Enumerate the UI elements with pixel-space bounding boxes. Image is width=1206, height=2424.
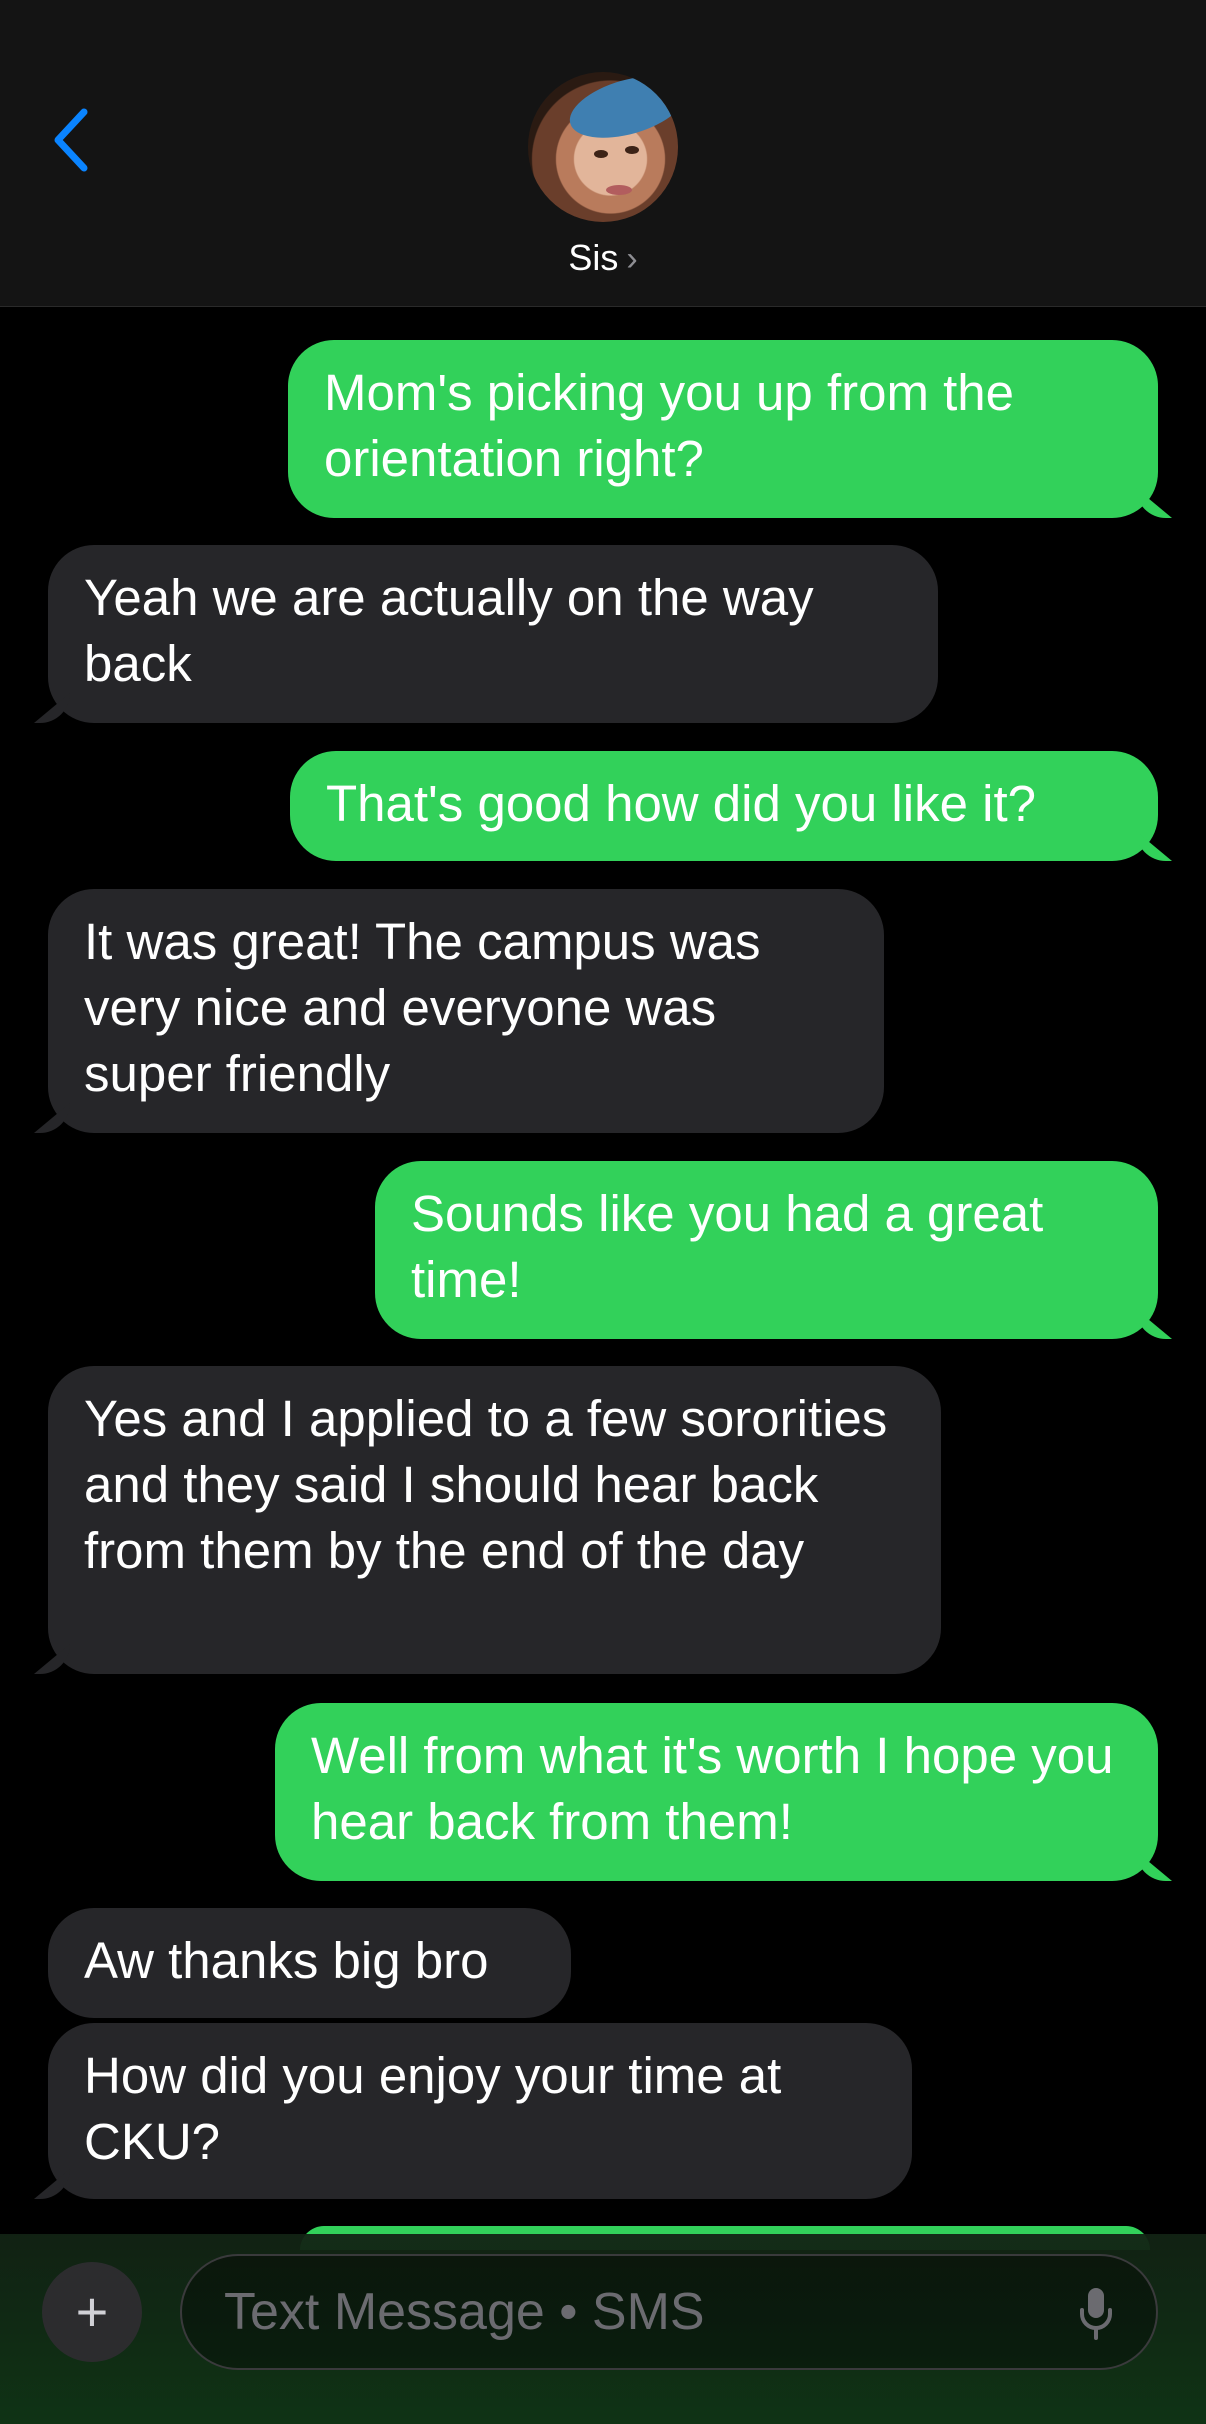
message-input-container[interactable] — [180, 2254, 1158, 2370]
received-message[interactable]: It was great! The campus was very nice a… — [48, 889, 884, 1133]
message-text: Yes and I applied to a few sororities an… — [84, 1390, 888, 1579]
sent-message[interactable]: Sounds like you had a great time! — [375, 1161, 1158, 1339]
message-text: It was great! The campus was very nice a… — [84, 913, 761, 1102]
message-text: That's good how did you like it? — [326, 775, 1036, 832]
message-text: Sounds like you had a great time! — [411, 1185, 1044, 1308]
message-text: Well from what it's worth I hope you hea… — [311, 1727, 1114, 1850]
plus-button[interactable]: + — [42, 2262, 142, 2362]
message-text: How did you enjoy your time at CKU? — [84, 2047, 782, 2170]
sent-message[interactable]: Mom's picking you up from the orientatio… — [288, 340, 1158, 518]
chevron-right-icon: › — [626, 240, 638, 278]
conversation-header: Sis › — [0, 0, 1206, 307]
chevron-left-icon — [54, 108, 88, 172]
received-message[interactable]: Yes and I applied to a few sororities an… — [48, 1366, 941, 1674]
message-text: Mom's picking you up from the orientatio… — [324, 364, 1015, 487]
plus-icon: + — [75, 2280, 109, 2343]
contact-avatar[interactable] — [528, 72, 678, 222]
microphone-icon[interactable] — [1076, 2286, 1116, 2342]
message-input[interactable] — [222, 2281, 1026, 2343]
message-text: Aw thanks big bro — [84, 1932, 489, 1989]
avatar-eye — [594, 150, 608, 158]
back-button[interactable] — [40, 100, 100, 180]
message-text: Yeah we are actually on the way back — [84, 569, 814, 692]
contact-name-button[interactable]: Sis › — [0, 232, 1206, 285]
received-message[interactable]: How did you enjoy your time at CKU? — [48, 2023, 912, 2199]
avatar-eye — [625, 146, 639, 154]
sent-message[interactable]: That's good how did you like it? — [290, 751, 1158, 861]
received-message[interactable]: Aw thanks big bro — [48, 1908, 571, 2018]
avatar-lips — [606, 185, 632, 195]
contact-name: Sis — [568, 237, 619, 278]
avatar-headband — [562, 72, 678, 150]
received-message[interactable]: Yeah we are actually on the way back — [48, 545, 938, 723]
sent-message[interactable]: Well from what it's worth I hope you hea… — [275, 1703, 1158, 1881]
